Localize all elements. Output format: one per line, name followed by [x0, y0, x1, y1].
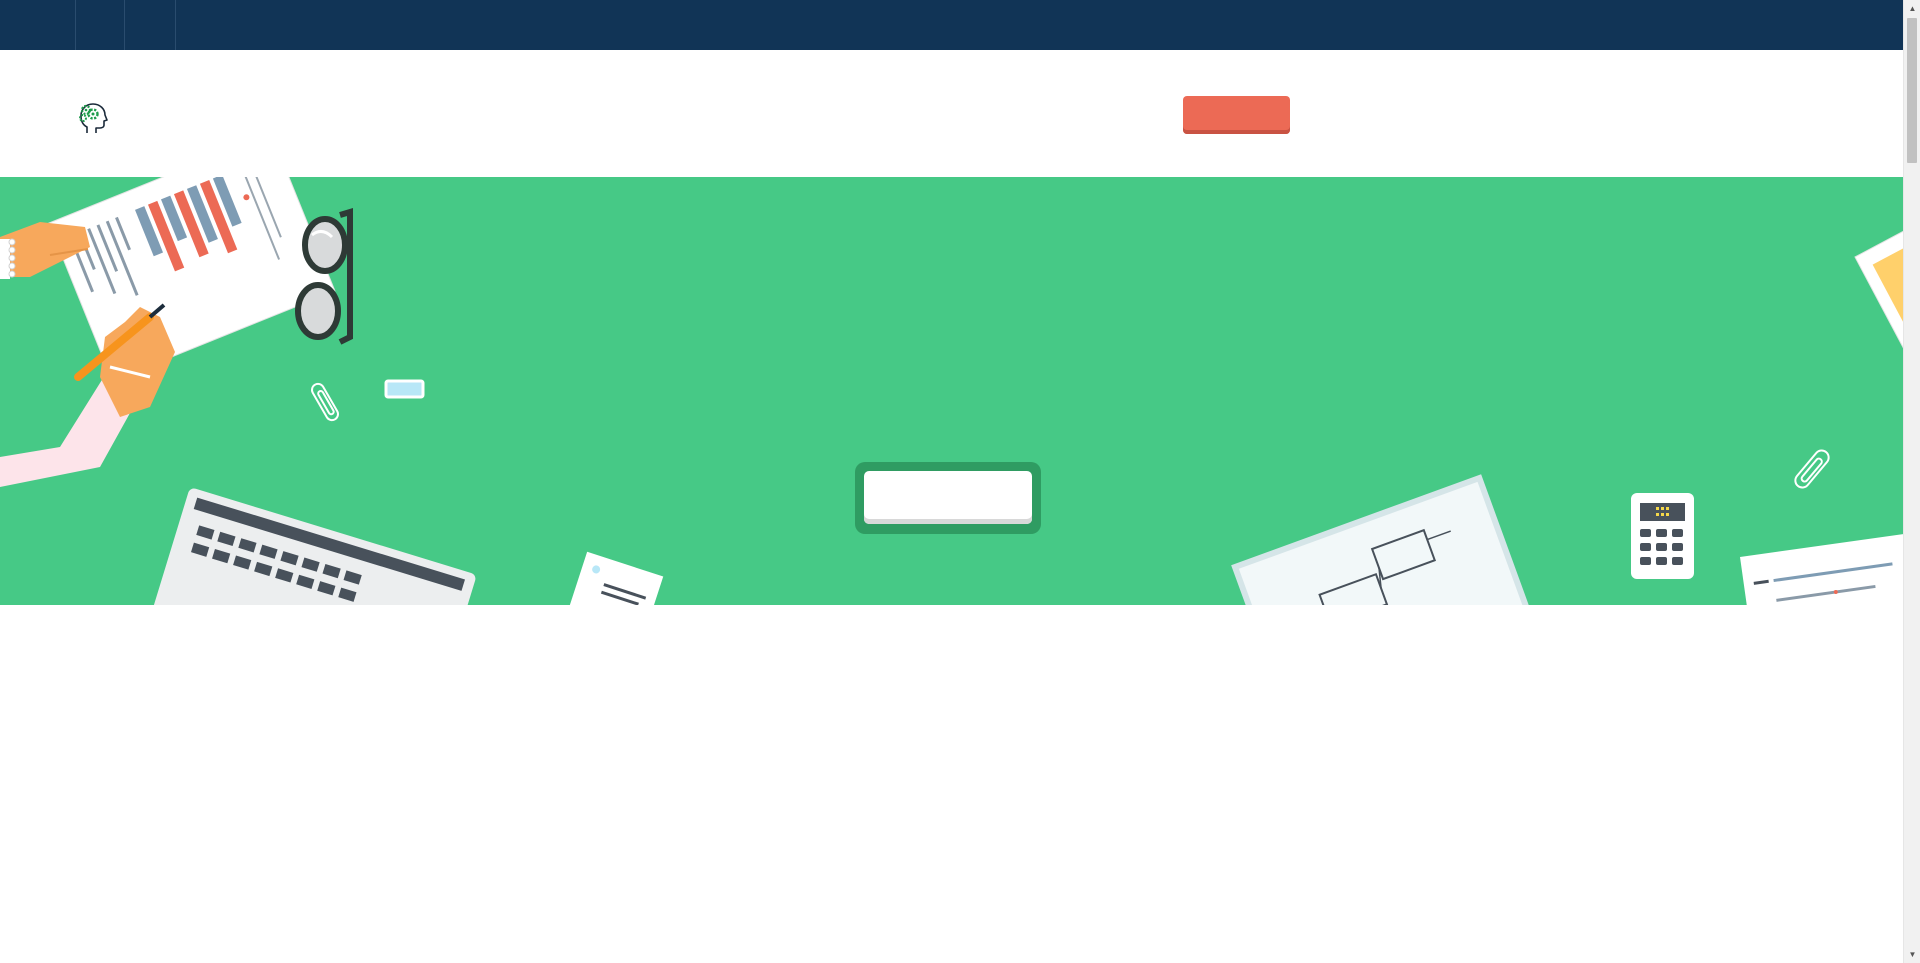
calculator-icon: [1631, 493, 1694, 579]
top-bar: [0, 0, 1903, 50]
hand-right: [0, 303, 175, 487]
paperclip-icon: [311, 382, 339, 422]
hero-button-frame: [855, 462, 1041, 534]
laptop: [144, 488, 476, 605]
hero-button[interactable]: [864, 471, 1032, 524]
arrow-down-icon[interactable]: ▼: [1904, 946, 1920, 963]
blueprint-paper: [1231, 474, 1532, 605]
chart-paper: [1740, 529, 1903, 605]
note-paper: [562, 551, 664, 605]
eraser: [384, 379, 425, 399]
cta-button[interactable]: [1183, 96, 1290, 134]
head-gears-icon[interactable]: [74, 100, 110, 136]
site-header: [0, 50, 1903, 177]
scrollbar-thumb[interactable]: [1907, 18, 1917, 163]
page: [0, 0, 1903, 963]
paperclip-icon-right: [1794, 449, 1830, 489]
hero-banner: [0, 177, 1903, 605]
main-content: [0, 605, 1903, 963]
top-bar-item-2[interactable]: [124, 0, 175, 50]
top-bar-item-3[interactable]: [175, 0, 177, 50]
folder: [1854, 195, 1903, 406]
top-bar-item-1[interactable]: [75, 0, 124, 50]
arrow-up-icon[interactable]: ▲: [1904, 0, 1920, 17]
vertical-scrollbar[interactable]: ▲ ▼: [1903, 0, 1920, 963]
desk-illustration: [0, 177, 1903, 605]
report-document: [48, 177, 336, 382]
